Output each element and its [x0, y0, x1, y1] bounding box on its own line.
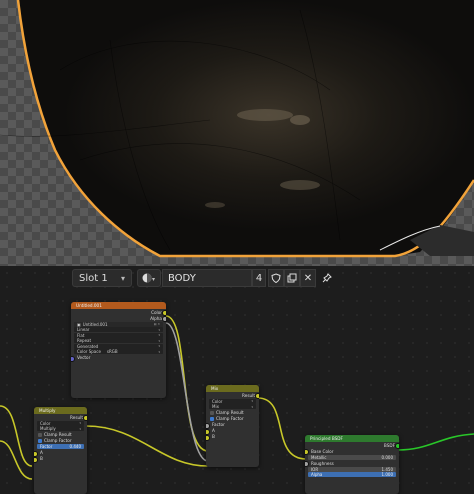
clamp-factor-checkbox[interactable]: Clamp Factor: [34, 438, 87, 444]
output-result: Result: [206, 392, 259, 399]
input-b: B: [34, 456, 87, 463]
node-title: Principled BSDF: [305, 435, 399, 442]
chevron-down-icon: ▾: [120, 273, 125, 283]
material-slot-dropdown[interactable]: Slot 1 ▾: [72, 269, 132, 287]
material-sphere-icon: ▾: [142, 273, 155, 283]
pin-icon: [322, 273, 332, 283]
unlink-material-button[interactable]: ✕: [300, 269, 316, 287]
image-texture-node[interactable]: Untitled.001 Color Alpha ▣ Untitled.001 ▤ …: [71, 302, 166, 398]
pin-button[interactable]: [320, 270, 334, 286]
svg-text:▾: ▾: [152, 276, 155, 283]
chevron-down-icon: ▾: [158, 327, 160, 332]
socket[interactable]: [162, 316, 166, 322]
projection-dropdown[interactable]: Flat ▾: [74, 332, 163, 338]
blend-mode-dropdown[interactable]: Multiply ▾: [37, 426, 84, 431]
node-title: Mix: [206, 385, 259, 392]
factor-slider[interactable]: Factor 0.440: [37, 444, 84, 449]
interpolation-dropdown[interactable]: Linear ▾: [74, 327, 163, 332]
duplicate-icon: [287, 273, 297, 283]
color-space-dropdown[interactable]: Color Space sRGB ▾: [74, 349, 163, 354]
socket[interactable]: [34, 456, 38, 463]
viewport-canvas: [0, 0, 474, 266]
shield-icon: [271, 273, 281, 283]
input-vector: Vector: [71, 355, 166, 362]
duplicate-material-button[interactable]: [284, 269, 300, 287]
multiply-node[interactable]: Multiply Result Color ▾ Multiply ▾ Clamp R…: [34, 407, 87, 494]
metallic-field[interactable]: Metallic 0.000: [308, 454, 396, 460]
socket[interactable]: [71, 355, 75, 362]
image-datablock-field[interactable]: ▣ Untitled.001 ▤ ✕: [74, 321, 163, 327]
socket[interactable]: [83, 415, 87, 421]
close-icon: ✕: [303, 272, 313, 284]
alpha-slider[interactable]: Alpha 1.000: [308, 472, 396, 477]
input-roughness: Roughness: [305, 460, 399, 467]
ior-field[interactable]: IOR 1.450: [308, 466, 396, 472]
chevron-down-icon: ▾: [158, 344, 160, 348]
source-dropdown[interactable]: Generated ▾: [74, 343, 163, 349]
chevron-down-icon: ▾: [158, 338, 160, 343]
input-base-color: Base Color: [305, 448, 399, 455]
node-title: Untitled.001: [71, 302, 166, 309]
slot-label: Slot 1: [79, 272, 108, 284]
data-type-dropdown[interactable]: Color ▾: [209, 398, 256, 404]
3d-viewport[interactable]: [0, 0, 474, 266]
mix-node[interactable]: Mix Result Color ▾ Mix ▾ Clamp Result Clam…: [206, 385, 259, 467]
material-name-field[interactable]: BODY: [162, 269, 252, 287]
data-type-dropdown[interactable]: Color ▾: [37, 420, 84, 426]
chevron-down-icon: ▾: [158, 333, 160, 337]
input-b: B: [206, 434, 259, 441]
principled-bsdf-node[interactable]: Principled BSDF BSDF Base Color Metallic…: [305, 435, 399, 494]
material-users-count[interactable]: 4: [252, 269, 266, 287]
browse-material-button[interactable]: ▾: [137, 269, 161, 287]
fake-user-button[interactable]: [268, 269, 284, 287]
node-title: Multiply: [34, 407, 87, 414]
image-icon: ▣: [77, 321, 81, 327]
output-result: Result: [34, 414, 87, 421]
output-alpha: Alpha: [71, 315, 166, 322]
node-editor-header: Slot 1 ▾ ▾ BODY 4 ✕: [0, 266, 474, 290]
socket[interactable]: [255, 393, 259, 399]
blend-mode-dropdown[interactable]: Mix ▾: [209, 404, 256, 409]
folder-icon[interactable]: ▤ ✕: [154, 322, 160, 326]
extension-dropdown[interactable]: Repeat ▾: [74, 338, 163, 343]
chevron-down-icon: ▾: [158, 349, 160, 354]
socket[interactable]: [206, 434, 210, 441]
shader-editor[interactable]: Slot 1 ▾ ▾ BODY 4 ✕ Untitled.001 Color A…: [0, 266, 474, 494]
